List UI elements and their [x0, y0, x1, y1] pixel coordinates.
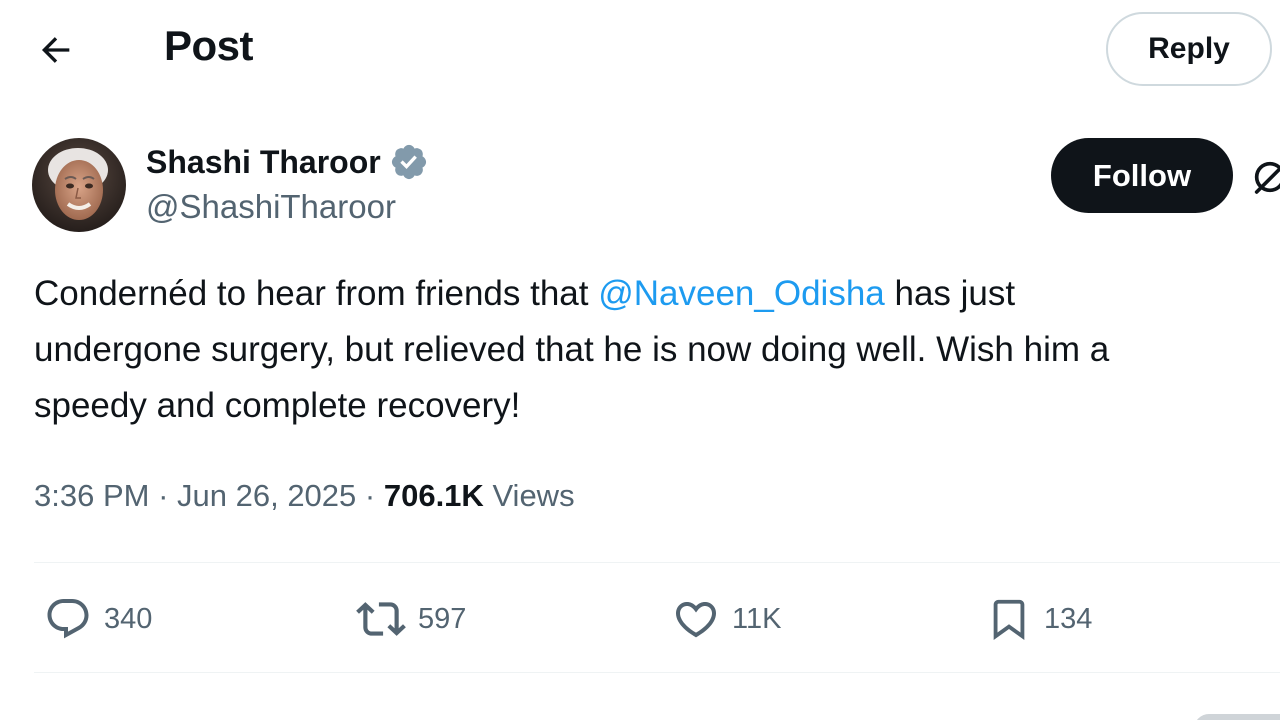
divider-bottom [34, 672, 1280, 673]
post-page: Post Reply Shashi Tharoor @ShashiTharoor… [0, 0, 1280, 720]
arrow-left-icon [41, 37, 70, 63]
repost-action[interactable]: 597 [356, 580, 466, 658]
like-action[interactable]: 11K [672, 580, 781, 658]
heart-icon [675, 602, 717, 638]
partial-element [1194, 714, 1280, 720]
reply-icon [47, 599, 89, 639]
grok-icon[interactable] [1250, 157, 1280, 197]
action-bar: 340 597 11K 134 [0, 580, 1280, 658]
post-time[interactable]: 3:36 PM [34, 478, 149, 513]
follow-button[interactable]: Follow [1051, 138, 1233, 213]
bookmark-action[interactable]: 134 [986, 580, 1092, 658]
reply-action[interactable]: 340 [44, 580, 152, 658]
post-line-1-end: has just [884, 274, 1016, 313]
post-line-1-start: Condernéd to hear from friends that [34, 274, 599, 313]
back-button[interactable] [30, 24, 82, 76]
reply-button[interactable]: Reply [1106, 12, 1272, 86]
meta-separator: · [356, 478, 384, 513]
author-handle[interactable]: @ShashiTharoor [146, 188, 396, 226]
bookmark-icon [993, 599, 1025, 640]
divider-top [34, 562, 1280, 563]
verified-badge-icon[interactable] [389, 142, 429, 182]
mention-link[interactable]: @Naveen_Odisha [598, 274, 885, 313]
author-name[interactable]: Shashi Tharoor [146, 142, 429, 182]
page-title: Post [164, 22, 254, 69]
avatar[interactable] [32, 138, 126, 232]
repost-count: 597 [418, 602, 467, 635]
like-count: 11K [732, 602, 782, 635]
post-line-1: Condernéd to hear from friends that @Nav… [34, 266, 1280, 322]
post-line-3: speedy and complete recovery! [34, 386, 521, 425]
post-date[interactable]: Jun 26, 2025 [177, 478, 356, 513]
author-name-text: Shashi Tharoor [146, 143, 381, 180]
reply-count: 340 [104, 602, 153, 635]
page-header: Post Reply [0, 0, 1280, 100]
views-count[interactable]: 706.1K [384, 478, 484, 513]
post-meta: 3:36 PM · Jun 26, 2025 · 706.1K Views [34, 478, 575, 514]
bookmark-count: 134 [1044, 602, 1093, 635]
post-text: Condernéd to hear from friends that @Nav… [34, 266, 1280, 434]
avatar-image [32, 138, 126, 232]
views-label: Views [492, 478, 575, 513]
post-line-2: undergone surgery, but relieved that he … [34, 330, 1110, 369]
repost-icon [356, 602, 406, 636]
meta-separator: · [149, 478, 178, 513]
